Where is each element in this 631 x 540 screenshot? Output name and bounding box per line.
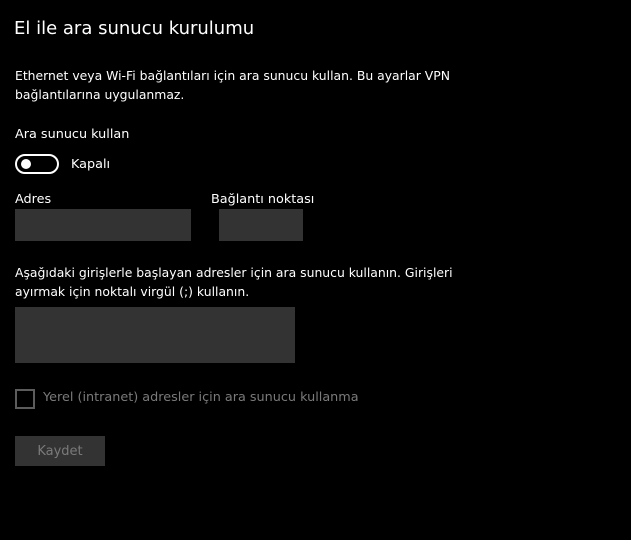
port-label: Bağlantı noktası [211,192,315,207]
use-proxy-toggle[interactable] [15,154,59,174]
local-bypass-checkbox[interactable] [15,389,35,409]
local-bypass-label: Yerel (intranet) adresler için ara sunuc… [43,390,359,405]
exceptions-description: Aşağıdaki girişlerle başlayan adresler i… [15,265,453,299]
toggle-state-label: Kapalı [71,157,111,172]
use-proxy-label: Ara sunucu kullan [15,127,130,142]
address-label: Adres [15,192,52,207]
exceptions-input[interactable] [15,307,295,363]
save-button[interactable]: Kaydet [15,436,105,466]
port-input[interactable] [219,209,303,241]
address-input[interactable] [15,209,191,241]
page-title: El ile ara sunucu kurulumu [14,18,255,39]
toggle-knob [21,159,31,169]
page-description: Ethernet veya Wi-Fi bağlantıları için ar… [15,68,451,102]
